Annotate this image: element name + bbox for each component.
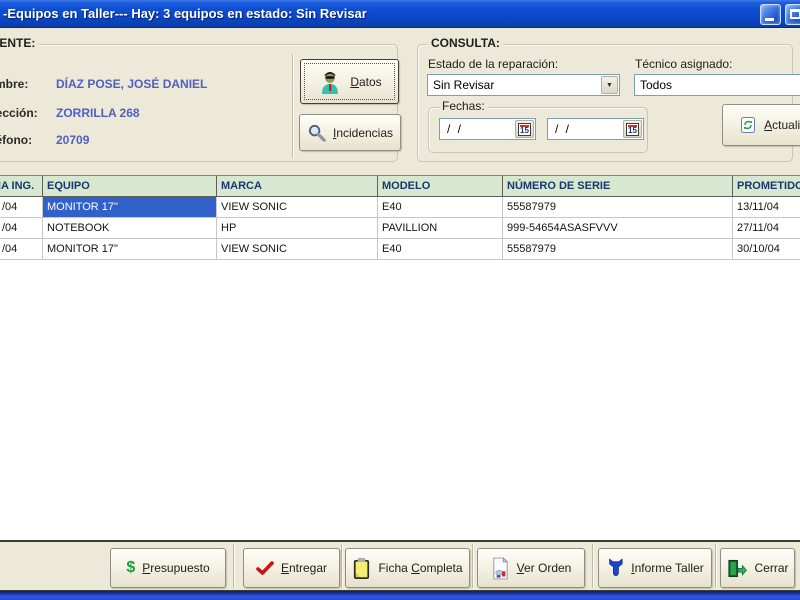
minimize-icon [765, 18, 774, 21]
fechas-group-label: Fechas: [439, 99, 488, 113]
fecha-desde-calendar-button[interactable]: 15 [515, 120, 534, 138]
header-cell-prometido: PROMETIDO [733, 176, 800, 197]
tecnico-label: Técnico asignado: [635, 57, 733, 71]
maximize-icon [790, 9, 800, 19]
minimize-button[interactable] [760, 4, 781, 25]
grid-cell-modelo[interactable]: E40 [378, 197, 503, 218]
cerrar-label: Cerrar [754, 561, 789, 575]
datos-button[interactable]: Datos [300, 59, 399, 104]
header-cell-marca: MARCA [217, 176, 378, 197]
grid-cell-prometido[interactable]: 27/11/04 [733, 218, 800, 239]
estado-label: Estado de la reparación: [428, 57, 559, 71]
grid-cell-marca[interactable]: VIEW SONIC [217, 239, 378, 260]
equipment-grid: FECHA ING. EQUIPO MARCA MODELO NÚMERO DE… [0, 175, 800, 540]
cliente-group-label: CLIENTE: [0, 36, 39, 50]
footer-separator [0, 540, 800, 542]
tecnico-value: Todos [640, 78, 673, 92]
magnifier-icon [307, 123, 326, 142]
direccion-label: Dirección: [0, 106, 38, 120]
grid-cell-modelo[interactable]: E40 [378, 239, 503, 260]
bottom-status-strip [0, 590, 800, 600]
fecha-hasta-value: / / [555, 122, 572, 136]
grid-cell-numero-serie[interactable]: 55587979 [503, 197, 733, 218]
fecha-desde-input[interactable]: / / 15 [439, 118, 536, 140]
dollar-icon: $ [126, 559, 136, 576]
grid-cell-fecha-ing[interactable]: /04 [0, 239, 43, 260]
ver-orden-button[interactable]: Ver Orden [477, 548, 585, 588]
check-icon [256, 561, 274, 575]
refresh-icon [739, 116, 757, 134]
grid-cell-numero-serie[interactable]: 999-54654ASASFVVV [503, 218, 733, 239]
grid-cell-prometido[interactable]: 30/10/04 [733, 239, 800, 260]
fecha-hasta-calendar-button[interactable]: 15 [623, 120, 642, 138]
grid-cell-fecha-ing[interactable]: /04 [0, 197, 43, 218]
ficha-completa-button[interactable]: Ficha Completa [345, 548, 470, 588]
nombre-value: DÍAZ POSE, JOSÉ DANIEL [56, 77, 208, 91]
tecnico-combobox[interactable]: Todos ▼ [634, 74, 800, 96]
grid-cell-marca[interactable]: HP [217, 218, 378, 239]
grid-cell-prometido[interactable]: 13/11/04 [733, 197, 800, 218]
fecha-desde-value: / / [447, 122, 464, 136]
calendar-icon: 15 [626, 122, 639, 136]
fecha-hasta-input[interactable]: / / 15 [547, 118, 644, 140]
grid-cell-numero-serie[interactable]: 55587979 [503, 239, 733, 260]
ficha-completa-label: Ficha Completa [378, 561, 463, 575]
fechas-groupbox: Fechas: / / 15 / / 15 [428, 99, 648, 153]
cerrar-button[interactable]: Cerrar [720, 548, 795, 588]
ver-orden-label: Ver Orden [516, 561, 572, 575]
consulta-group-label: CONSULTA: [428, 36, 503, 50]
chevron-down-icon: ▼ [606, 81, 613, 89]
informe-taller-button[interactable]: Informe Taller [598, 548, 712, 588]
telefono-label: Teléfono: [0, 133, 33, 147]
window-title: -Equipos en Taller--- Hay: 3 equipos en … [3, 6, 367, 21]
footer-divider [341, 544, 342, 588]
grid-row: /04 MONITOR 17" VIEW SONIC E40 55587979 … [0, 197, 800, 218]
footer-divider [472, 544, 473, 588]
cliente-buttons-divider [292, 54, 293, 158]
estado-combobox[interactable]: Sin Revisar ▼ [427, 74, 620, 96]
footer-divider [233, 544, 234, 588]
estado-value: Sin Revisar [433, 78, 495, 92]
incidencias-label: Incidencias [332, 125, 394, 140]
entregar-button[interactable]: Entregar [243, 548, 340, 588]
header-cell-fecha-ing: FECHA ING. [0, 176, 43, 197]
exit-door-icon [726, 559, 748, 578]
presupuesto-button[interactable]: $ Presupuesto [110, 548, 226, 588]
actualizar-button[interactable]: Actualizar [722, 104, 800, 146]
header-cell-equipo: EQUIPO [43, 176, 217, 197]
maximize-button[interactable] [785, 4, 800, 25]
incidencias-button[interactable]: Incidencias [299, 114, 401, 151]
document-icon [491, 556, 510, 580]
title-bar: -Equipos en Taller--- Hay: 3 equipos en … [0, 0, 800, 28]
person-icon [317, 70, 343, 94]
grid-cell-modelo[interactable]: PAVILLION [378, 218, 503, 239]
direccion-value: ZORRILLA 268 [56, 106, 140, 120]
grid-cell-equipo[interactable]: MONITOR 17" [43, 239, 217, 260]
telefono-value: 20709 [56, 133, 90, 147]
grid-cell-fecha-ing[interactable]: /04 [0, 218, 43, 239]
header-cell-numero-serie: NÚMERO DE SERIE [503, 176, 733, 197]
presupuesto-label: Presupuesto [142, 561, 210, 575]
nombre-label: Nombre: [0, 77, 29, 91]
grid-header: FECHA ING. EQUIPO MARCA MODELO NÚMERO DE… [0, 176, 800, 197]
grid-cell-equipo[interactable]: NOTEBOOK [43, 218, 217, 239]
grid-row: /04 MONITOR 17" VIEW SONIC E40 55587979 … [0, 239, 800, 260]
entregar-label: Entregar [280, 561, 328, 575]
footer-divider [715, 544, 716, 588]
grid-cell-equipo-selected[interactable]: MONITOR 17" [43, 197, 217, 218]
datos-label: Datos [350, 74, 382, 89]
grid-row: /04 NOTEBOOK HP PAVILLION 999-54654ASASF… [0, 218, 800, 239]
estado-dropdown-button[interactable]: ▼ [601, 76, 618, 94]
footer-divider [592, 544, 593, 588]
informe-taller-label: Informe Taller [631, 561, 704, 575]
actualizar-label: Actualizar [764, 118, 800, 132]
grid-cell-marca[interactable]: VIEW SONIC [217, 197, 378, 218]
calendar-icon: 15 [518, 122, 531, 136]
wrench-icon [606, 558, 624, 578]
header-cell-modelo: MODELO [378, 176, 503, 197]
clipboard-icon [352, 557, 371, 580]
